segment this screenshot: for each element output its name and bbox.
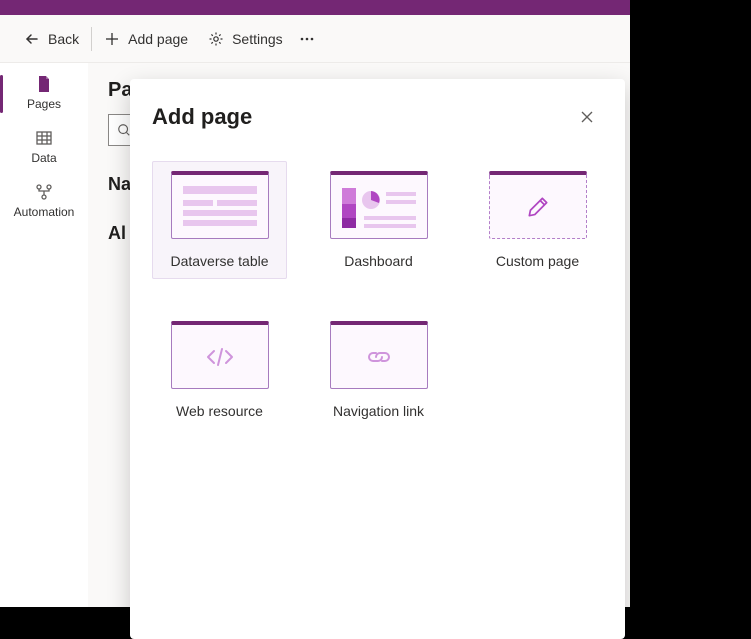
tile-dashboard-label: Dashboard (344, 253, 413, 269)
tile-custom-label: Custom page (496, 253, 579, 269)
tile-web-resource[interactable]: Web resource (152, 311, 287, 429)
link-icon (365, 347, 393, 367)
tile-dashboard[interactable]: Dashboard (311, 161, 446, 279)
command-bar: Back Add page Settings (0, 15, 630, 63)
search-icon (117, 123, 131, 137)
overflow-button[interactable] (293, 23, 321, 55)
tile-navlink-label: Navigation link (333, 403, 424, 419)
close-icon (580, 110, 594, 124)
dataverse-table-icon (177, 180, 263, 234)
rail-data-label: Data (31, 151, 56, 165)
tile-custom-page[interactable]: Custom page (470, 161, 605, 279)
title-bar (0, 0, 630, 15)
custom-page-thumb (489, 171, 587, 239)
dialog-title: Add page (152, 104, 252, 130)
close-button[interactable] (571, 101, 603, 133)
page-icon (35, 75, 53, 93)
app-window: Back Add page Settings (0, 0, 630, 607)
rail-item-data[interactable]: Data (0, 121, 88, 175)
more-horizontal-icon (299, 31, 315, 47)
navigation-link-thumb (330, 321, 428, 389)
tile-dataverse-table[interactable]: Dataverse table (152, 161, 287, 279)
back-button[interactable]: Back (14, 23, 89, 55)
main-area: Pages Data Automation Pa (0, 63, 630, 607)
plus-icon (104, 31, 120, 47)
tile-grid: Dataverse table (152, 161, 603, 429)
tile-dataverse-label: Dataverse table (170, 253, 268, 269)
code-icon (204, 345, 236, 369)
dataverse-table-thumb (171, 171, 269, 239)
table-icon (35, 129, 53, 147)
arrow-left-icon (24, 31, 40, 47)
rail-item-pages[interactable]: Pages (0, 67, 88, 121)
side-rail: Pages Data Automation (0, 63, 88, 607)
dashboard-thumb (330, 171, 428, 239)
settings-button[interactable]: Settings (198, 23, 293, 55)
web-resource-thumb (171, 321, 269, 389)
add-page-button[interactable]: Add page (94, 23, 198, 55)
add-page-label: Add page (128, 31, 188, 47)
divider (91, 27, 92, 51)
tile-navigation-link[interactable]: Navigation link (311, 311, 446, 429)
pencil-icon (525, 194, 551, 220)
settings-label: Settings (232, 31, 283, 47)
dashboard-icon (336, 180, 422, 234)
dialog-header: Add page (152, 101, 603, 133)
tile-webres-label: Web resource (176, 403, 263, 419)
flow-icon (35, 183, 53, 201)
rail-pages-label: Pages (27, 97, 61, 111)
add-page-dialog: Add page (130, 79, 625, 639)
rail-item-automation[interactable]: Automation (0, 175, 88, 229)
gear-icon (208, 31, 224, 47)
rail-automation-label: Automation (14, 205, 75, 219)
back-label: Back (48, 31, 79, 47)
